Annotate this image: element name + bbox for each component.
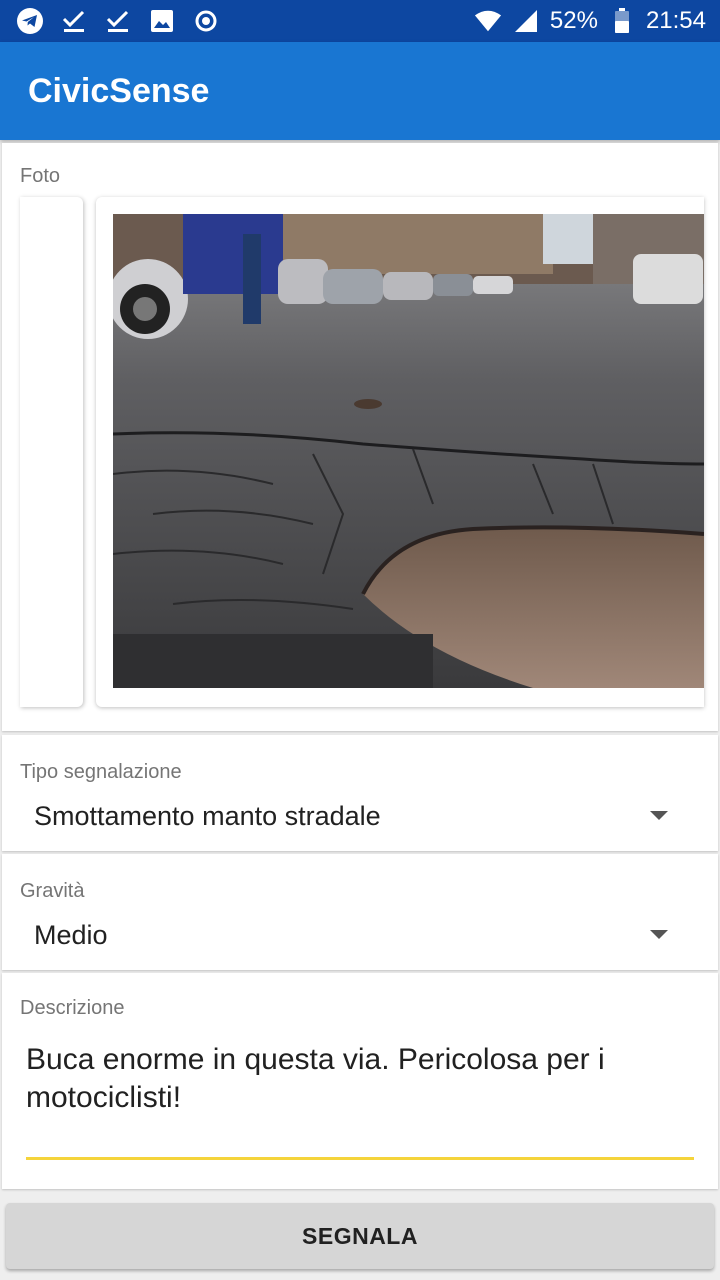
wifi-icon — [474, 7, 502, 35]
battery-icon — [608, 7, 636, 35]
severity-value[interactable]: Medio — [34, 920, 108, 951]
description-input[interactable]: Buca enorme in questa via. Pericolosa pe… — [26, 1041, 666, 1117]
pothole-photo — [113, 214, 704, 688]
status-bar: 52% 21:54 — [0, 0, 720, 42]
battery-percentage: 52% — [549, 7, 598, 34]
app-bar: CivicSense — [0, 42, 720, 140]
checkmark-icon — [60, 7, 88, 35]
description-underline — [26, 1157, 694, 1160]
dropdown-arrow-icon[interactable] — [650, 930, 668, 939]
severity-label: Gravità — [20, 880, 85, 902]
description-label: Descrizione — [20, 997, 125, 1019]
clock: 21:54 — [645, 7, 706, 34]
notification-icons — [16, 7, 220, 35]
photo-label: Foto — [20, 165, 61, 187]
submit-button[interactable]: SEGNALA — [6, 1203, 714, 1269]
selected-photo-thumbnail[interactable] — [96, 197, 704, 707]
image-icon — [148, 7, 176, 35]
signal-icon — [512, 7, 540, 35]
severity-select[interactable]: Gravità Medio — [2, 854, 718, 970]
previous-photo-thumbnail[interactable] — [20, 197, 83, 707]
dropdown-arrow-icon[interactable] — [650, 811, 668, 820]
photo-section: Foto — [2, 143, 718, 731]
description-section: Descrizione Buca enorme in questa via. P… — [2, 973, 718, 1189]
checkmark-icon — [104, 7, 132, 35]
report-type-select[interactable]: Tipo segnalazione Smottamento manto stra… — [2, 735, 718, 851]
system-indicators: 52% 21:54 — [474, 7, 706, 35]
app-title: CivicSense — [28, 71, 210, 110]
report-type-label: Tipo segnalazione — [20, 761, 182, 783]
report-type-value[interactable]: Smottamento manto stradale — [34, 801, 381, 832]
telegram-icon — [16, 7, 44, 35]
record-icon — [192, 7, 220, 35]
